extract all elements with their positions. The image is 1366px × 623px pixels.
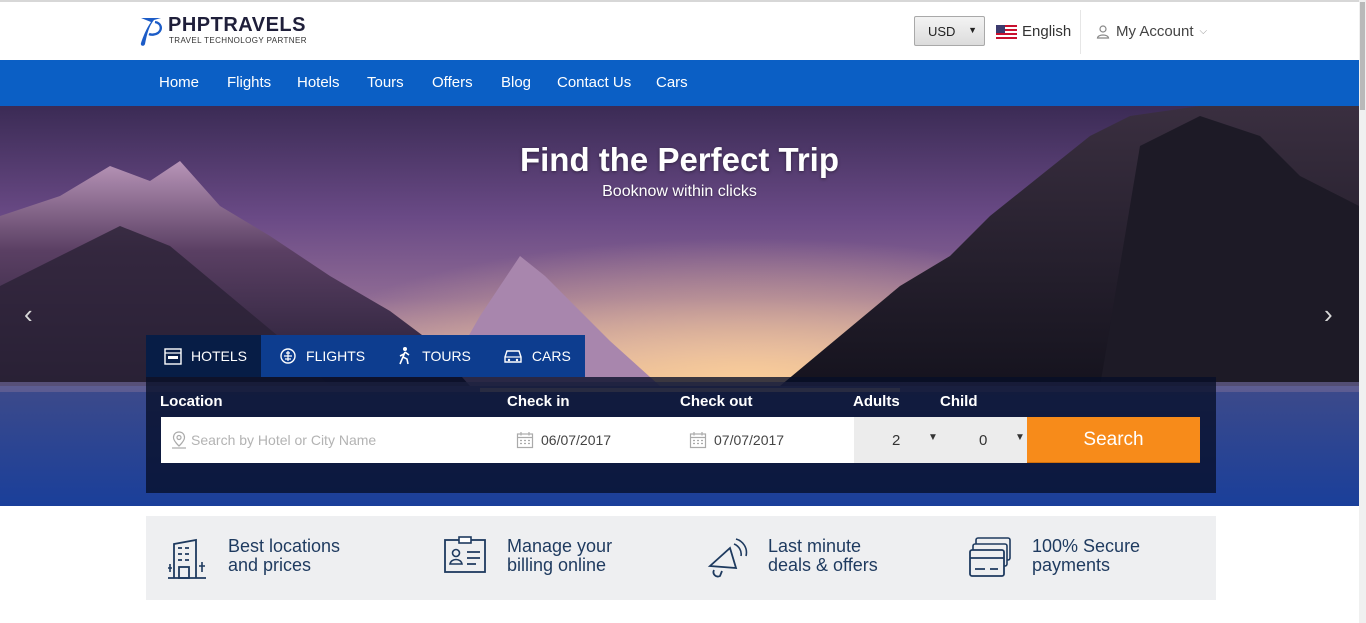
chevron-down-icon: ▼ xyxy=(928,432,938,443)
nav-hotels[interactable]: Hotels xyxy=(297,74,340,91)
search-button[interactable]: Search xyxy=(1027,417,1200,463)
checkin-value: 06/07/2017 xyxy=(541,432,612,448)
hotel-search-form: Location Check in Check out Adults Child… xyxy=(146,377,1216,493)
tab-tours-label: TOURS xyxy=(422,348,471,364)
hero-slider: Find the Perfect Trip Booknow within cli… xyxy=(0,106,1359,506)
tab-flights-label: FLIGHTS xyxy=(306,348,366,364)
feature-2-line1: Manage your xyxy=(507,536,613,556)
feature-1-line2: and prices xyxy=(228,555,312,575)
us-flag-icon xyxy=(996,24,1017,39)
credit-cards-icon xyxy=(969,537,1011,577)
feature-1-line1: Best locations xyxy=(228,536,341,556)
feature-2-line2: billing online xyxy=(507,555,607,575)
hero-subtitle: Booknow within clicks xyxy=(602,183,757,200)
hotel-building-icon xyxy=(168,538,206,579)
brand-logo[interactable]: PHPTRAVELS TRAVEL TECHNOLOGY PARTNER xyxy=(137,14,307,48)
feature-secure-payments: 100% Secure payments xyxy=(968,536,1140,580)
nav-flights[interactable]: Flights xyxy=(227,74,271,91)
nav-cars[interactable]: Cars xyxy=(656,74,688,91)
tab-cars[interactable]: CARS xyxy=(484,335,585,377)
nav-home[interactable]: Home xyxy=(159,74,199,91)
main-nav: Home Flights Hotels Tours Offers Blog Co… xyxy=(0,60,1366,106)
features-strip: Best locations and prices Manage your bi… xyxy=(146,516,1216,600)
nav-offers[interactable]: Offers xyxy=(432,74,473,91)
hotel-icon xyxy=(164,348,182,365)
nav-tours[interactable]: Tours xyxy=(367,74,404,91)
adults-label: Adults xyxy=(853,393,900,410)
tab-flights[interactable]: FLIGHTS xyxy=(261,335,380,377)
calendar-icon xyxy=(516,432,534,449)
checkout-field[interactable]: 07/07/2017 xyxy=(689,417,784,463)
search-tabs: HOTELS FLIGHTS TOURS CARS xyxy=(146,335,585,377)
slider-prev-arrow-icon[interactable]: ‹ xyxy=(24,299,33,330)
car-icon xyxy=(504,350,522,363)
slider-next-arrow-icon[interactable]: › xyxy=(1324,299,1333,330)
hiker-icon xyxy=(399,347,410,365)
adults-value: 2 xyxy=(892,432,901,449)
child-select[interactable]: 0 ▼ xyxy=(941,417,1027,463)
feature-manage-billing: Manage your billing online xyxy=(443,536,612,576)
chevron-down-icon: ▼ xyxy=(1015,432,1025,443)
location-input[interactable] xyxy=(161,417,501,463)
feature-best-locations: Best locations and prices xyxy=(166,536,340,580)
nav-contact-us[interactable]: Contact Us xyxy=(557,74,631,91)
feature-3-line2: deals & offers xyxy=(768,555,878,575)
feature-last-minute: Last minute deals & offers xyxy=(706,536,878,580)
adults-select[interactable]: 2 ▼ xyxy=(854,417,941,463)
my-account-menu[interactable]: My Account ⌵ xyxy=(1096,23,1207,40)
scrollbar-thumb[interactable] xyxy=(1360,2,1365,110)
checkout-value: 07/07/2017 xyxy=(714,432,785,448)
language-selector[interactable]: English xyxy=(996,23,1071,40)
child-value: 0 xyxy=(979,432,988,449)
tab-hotels[interactable]: HOTELS xyxy=(146,335,262,377)
child-label: Child xyxy=(940,393,978,410)
checkin-field[interactable]: 06/07/2017 xyxy=(516,417,611,463)
billing-id-card-icon xyxy=(444,536,486,573)
chevron-down-icon: ▼ xyxy=(968,25,977,35)
top-header: PHPTRAVELS TRAVEL TECHNOLOGY PARTNER USD… xyxy=(0,0,1366,60)
hero-title: Find the Perfect Trip xyxy=(519,141,840,178)
feature-4-line2: payments xyxy=(1032,555,1111,575)
plane-icon xyxy=(280,348,296,364)
currency-value: USD xyxy=(928,24,956,39)
calendar-icon xyxy=(689,432,707,449)
location-label: Location xyxy=(160,393,223,410)
language-label: English xyxy=(1022,23,1072,40)
user-icon xyxy=(1096,24,1110,39)
header-divider xyxy=(1080,10,1081,54)
megaphone-icon xyxy=(707,538,748,578)
chevron-down-icon: ⌵ xyxy=(1199,26,1208,37)
tab-tours[interactable]: TOURS xyxy=(379,335,485,377)
tab-cars-label: CARS xyxy=(531,348,571,364)
search-fields-row: 06/07/2017 07/07/2017 xyxy=(161,417,855,463)
logo-mark-icon xyxy=(140,18,163,46)
nav-blog[interactable]: Blog xyxy=(501,74,531,91)
brand-tagline: TRAVEL TECHNOLOGY PARTNER xyxy=(169,36,307,45)
account-label: My Account xyxy=(1116,23,1194,40)
feature-3-line1: Last minute xyxy=(768,536,862,556)
checkin-label: Check in xyxy=(507,393,570,410)
checkout-label: Check out xyxy=(680,393,753,410)
tab-hotels-label: HOTELS xyxy=(191,348,248,364)
brand-name: PHPTRAVELS xyxy=(168,14,306,36)
feature-4-line1: 100% Secure xyxy=(1032,536,1141,556)
currency-select[interactable]: USD ▼ xyxy=(914,16,985,46)
